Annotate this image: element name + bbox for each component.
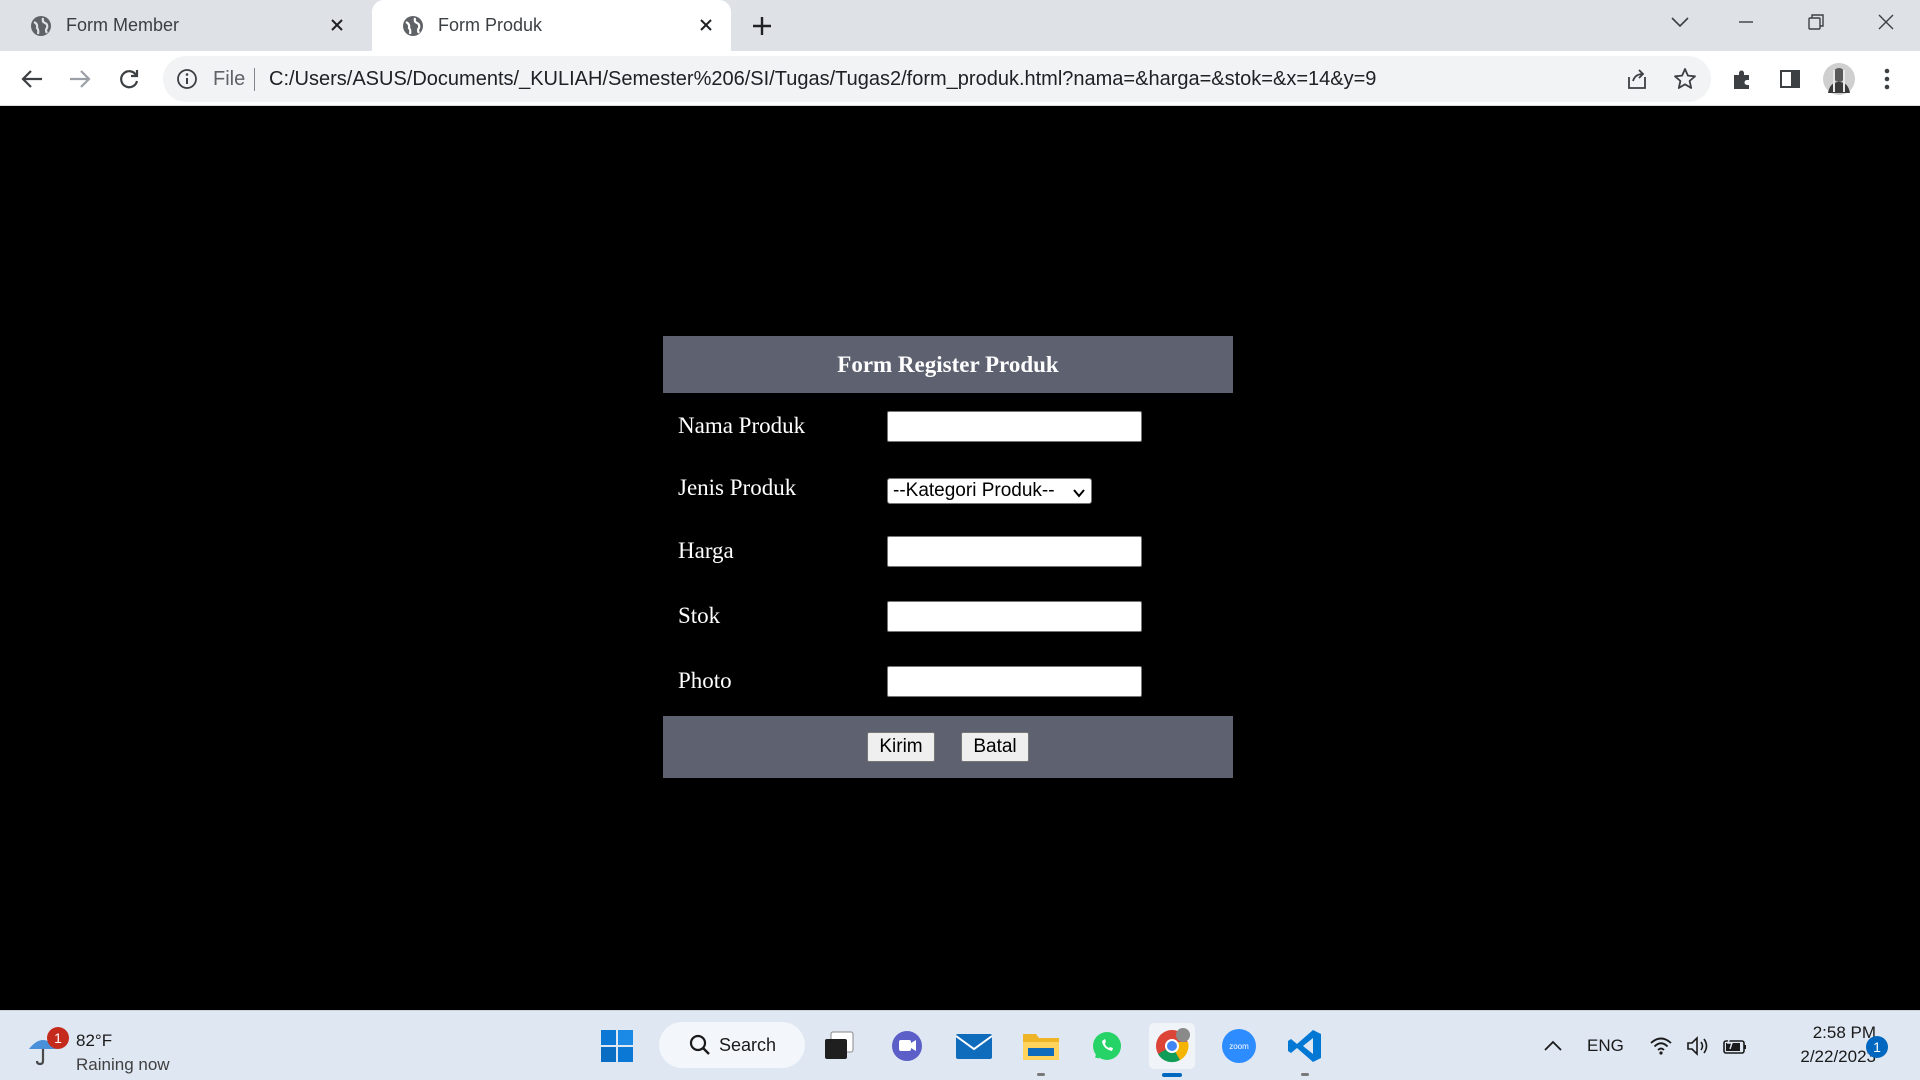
search-icon bbox=[689, 1034, 710, 1055]
minimize-icon[interactable] bbox=[1728, 8, 1764, 36]
svg-text:zoom: zoom bbox=[1229, 1042, 1249, 1051]
task-view-icon[interactable] bbox=[816, 1023, 862, 1069]
browser-toolbar: File C:/Users/ASUS/Documents/_KULIAH/Sem… bbox=[0, 51, 1920, 106]
windows-taskbar: 1 82°F Raining now Search zoom ENG 2:58 … bbox=[0, 1010, 1920, 1080]
jenis-produk-select[interactable]: --Kategori Produk-- bbox=[887, 478, 1092, 504]
chrome-icon[interactable] bbox=[1149, 1023, 1195, 1069]
bookmark-star-icon[interactable] bbox=[1673, 67, 1697, 91]
tab-form-member[interactable]: Form Member bbox=[0, 0, 362, 51]
taskbar-clock[interactable]: 2:58 PM 2/22/2023 bbox=[1766, 1021, 1876, 1069]
kirim-button[interactable]: Kirim bbox=[867, 732, 935, 762]
volume-icon[interactable] bbox=[1686, 1011, 1712, 1080]
form-title: Form Register Produk bbox=[837, 351, 1059, 377]
clock-date: 2/22/2023 bbox=[1800, 1047, 1876, 1066]
kirim-button-label: Kirim bbox=[879, 736, 923, 757]
restore-icon[interactable] bbox=[1798, 8, 1834, 36]
browser-tab-strip: Form Member Form Produk bbox=[0, 0, 1920, 51]
stok-label: Stok bbox=[678, 603, 721, 628]
url-text[interactable]: C:/Users/ASUS/Documents/_KULIAH/Semester… bbox=[269, 68, 1376, 91]
file-explorer-icon[interactable] bbox=[1018, 1023, 1064, 1069]
profile-avatar[interactable] bbox=[1822, 62, 1856, 96]
forward-arrow-icon[interactable] bbox=[65, 64, 95, 94]
back-arrow-icon[interactable] bbox=[17, 64, 47, 94]
url-scheme-label: File bbox=[213, 68, 246, 90]
language-indicator[interactable]: ENG bbox=[1587, 1011, 1624, 1080]
side-panel-icon[interactable] bbox=[1775, 64, 1805, 94]
show-hidden-icons-chevron-icon[interactable] bbox=[1543, 1011, 1563, 1080]
windows-start-icon[interactable] bbox=[594, 1023, 640, 1069]
tab-search-chevron-icon[interactable] bbox=[1662, 8, 1698, 36]
tab-title: Form Member bbox=[66, 15, 180, 35]
close-tab-icon[interactable] bbox=[695, 14, 717, 36]
taskbar-search-box[interactable]: Search bbox=[659, 1022, 805, 1068]
new-tab-icon[interactable] bbox=[748, 12, 776, 40]
batal-button[interactable]: Batal bbox=[961, 732, 1029, 762]
battery-icon[interactable] bbox=[1722, 1011, 1748, 1080]
omnibox-divider bbox=[254, 68, 255, 91]
weather-temperature: 82°F bbox=[76, 1031, 113, 1050]
notification-badge[interactable]: 1 bbox=[1866, 1036, 1888, 1058]
globe-icon bbox=[402, 15, 424, 37]
photo-input[interactable] bbox=[887, 666, 1142, 697]
chrome-active-indicator bbox=[1162, 1073, 1182, 1077]
weather-widget[interactable]: 1 82°F Raining now bbox=[26, 1021, 186, 1074]
clock-time: 2:58 PM bbox=[1812, 1023, 1876, 1042]
batal-button-label: Batal bbox=[973, 736, 1017, 757]
form-footer: Kirim Batal bbox=[663, 716, 1233, 778]
address-bar[interactable]: File C:/Users/ASUS/Documents/_KULIAH/Sem… bbox=[163, 56, 1711, 102]
harga-label: Harga bbox=[678, 538, 734, 563]
form-header: Form Register Produk bbox=[663, 336, 1233, 393]
tab-form-produk[interactable]: Form Produk bbox=[372, 0, 731, 51]
share-icon[interactable] bbox=[1625, 67, 1649, 91]
mail-icon[interactable] bbox=[951, 1023, 997, 1069]
chevron-down-icon bbox=[1072, 484, 1086, 498]
nama-produk-label: Nama Produk bbox=[678, 413, 806, 438]
weather-alert-badge: 1 bbox=[47, 1027, 69, 1049]
explorer-running-indicator bbox=[1037, 1073, 1045, 1076]
tab-title: Form Produk bbox=[438, 15, 543, 35]
vscode-icon[interactable] bbox=[1282, 1023, 1328, 1069]
site-info-icon[interactable] bbox=[176, 68, 198, 90]
zoom-icon[interactable]: zoom bbox=[1216, 1023, 1262, 1069]
search-label: Search bbox=[719, 1034, 777, 1055]
jenis-produk-label: Jenis Produk bbox=[678, 475, 797, 500]
vscode-running-indicator bbox=[1301, 1073, 1309, 1076]
stok-input[interactable] bbox=[887, 601, 1142, 632]
reload-icon[interactable] bbox=[114, 64, 144, 94]
extensions-puzzle-icon[interactable] bbox=[1727, 64, 1757, 94]
teams-chat-icon[interactable] bbox=[884, 1023, 930, 1069]
product-register-form: Form Register Produk Nama Produk Jenis P… bbox=[663, 336, 1233, 778]
close-window-icon[interactable] bbox=[1868, 8, 1904, 36]
close-tab-icon[interactable] bbox=[326, 14, 348, 36]
browser-menu-icon[interactable] bbox=[1872, 64, 1902, 94]
weather-condition: Raining now bbox=[76, 1055, 170, 1074]
wifi-icon[interactable] bbox=[1649, 1011, 1673, 1080]
photo-label: Photo bbox=[678, 668, 732, 693]
globe-icon bbox=[30, 15, 52, 37]
whatsapp-icon[interactable] bbox=[1084, 1023, 1130, 1069]
jenis-produk-selected: --Kategori Produk-- bbox=[893, 480, 1055, 501]
nama-produk-input[interactable] bbox=[887, 411, 1142, 442]
harga-input[interactable] bbox=[887, 536, 1142, 567]
